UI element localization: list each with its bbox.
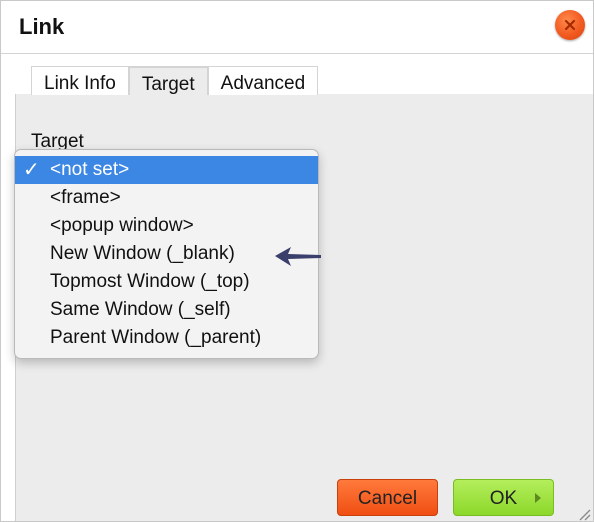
pointer-arrow-icon xyxy=(275,247,321,266)
caret-right-icon xyxy=(535,493,541,503)
option-frame[interactable]: <frame> xyxy=(15,184,318,212)
link-dialog: Link Link Info Target Advanced Target ✓ … xyxy=(0,0,594,522)
ok-button[interactable]: OK xyxy=(453,479,554,516)
tab-advanced[interactable]: Advanced xyxy=(207,66,319,95)
option-same-window[interactable]: Same Window (_self) xyxy=(15,296,318,324)
option-parent-window[interactable]: Parent Window (_parent) xyxy=(15,324,318,352)
option-topmost-window[interactable]: Topmost Window (_top) xyxy=(15,268,318,296)
close-icon[interactable] xyxy=(555,10,585,40)
dialog-title: Link xyxy=(19,14,65,39)
check-icon: ✓ xyxy=(23,159,40,181)
option-popup-window[interactable]: <popup window> xyxy=(15,212,318,240)
option-not-set[interactable]: ✓ <not set> xyxy=(15,156,318,184)
dialog-titlebar: Link xyxy=(1,1,593,54)
resize-handle-icon[interactable] xyxy=(577,507,591,521)
ok-button-label: OK xyxy=(489,488,518,509)
cancel-button[interactable]: Cancel xyxy=(337,479,438,516)
tab-bar: Link Info Target Advanced xyxy=(31,66,319,95)
tab-target[interactable]: Target xyxy=(128,66,208,95)
close-x-glyph xyxy=(564,19,576,31)
tab-link-info[interactable]: Link Info xyxy=(31,66,129,95)
